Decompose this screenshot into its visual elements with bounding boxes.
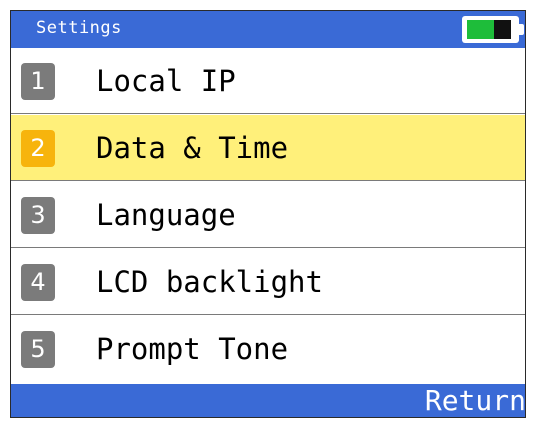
menu-item-label: Language — [96, 198, 236, 232]
item-number-badge: 4 — [21, 264, 55, 301]
item-number-badge: 2 — [21, 130, 55, 167]
menu-item-local-ip[interactable]: 1 Local IP — [10, 48, 526, 114]
page-title: Settings — [36, 18, 122, 38]
menu-item-language[interactable]: 3 Language — [10, 182, 526, 248]
menu-item-lcd-backlight[interactable]: 4 LCD backlight — [10, 249, 526, 315]
title-bar: Settings — [10, 10, 526, 48]
battery-empty-level — [494, 20, 511, 39]
menu-item-label: Local IP — [96, 64, 236, 98]
settings-menu: 1 Local IP 2 Data & Time 3 Language 4 LC… — [10, 48, 526, 381]
menu-item-prompt-tone[interactable]: 5 Prompt Tone — [10, 316, 526, 382]
item-number-badge: 5 — [21, 331, 55, 368]
item-number-badge: 1 — [21, 63, 55, 100]
item-number-badge: 3 — [21, 197, 55, 234]
menu-item-date-time[interactable]: 2 Data & Time — [10, 115, 526, 181]
menu-item-label: Data & Time — [96, 131, 289, 165]
return-button[interactable]: Return — [425, 384, 526, 418]
bottom-bar: Return — [10, 384, 526, 418]
battery-icon — [462, 16, 519, 43]
menu-item-label: LCD backlight — [96, 265, 323, 299]
menu-item-label: Prompt Tone — [96, 332, 289, 366]
battery-tip — [519, 24, 524, 35]
battery-charge-level — [467, 20, 494, 39]
settings-screen: Settings 1 Local IP 2 Data & Time 3 Lang… — [0, 0, 533, 427]
